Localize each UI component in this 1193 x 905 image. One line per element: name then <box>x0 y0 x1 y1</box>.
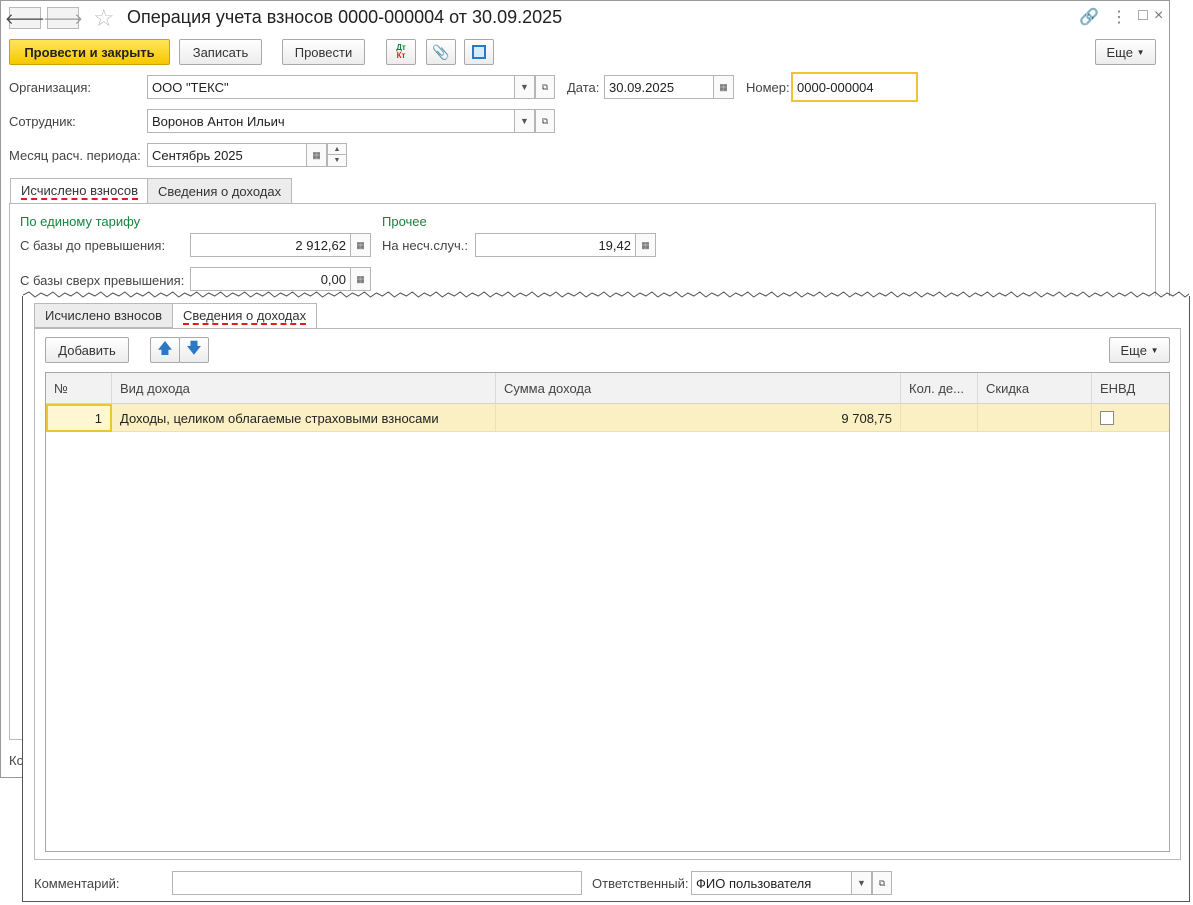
row-income-kind-cell[interactable]: Доходы, целиком облагаемые страховыми вз… <box>112 404 496 432</box>
month-label: Месяц расч. периода: <box>9 148 141 163</box>
open-window-icon: ⧉ <box>541 115 549 126</box>
link-icon[interactable]: 🔗 <box>1079 7 1099 27</box>
row-number-cell[interactable]: 1 <box>46 404 112 432</box>
column-header-income-kind[interactable]: Вид дохода <box>112 373 496 404</box>
column-header-envd[interactable]: ЕНВД <box>1092 373 1171 404</box>
window-title: Операция учета взносов 0000-000004 от 30… <box>127 7 563 27</box>
spinner-up-icon: ▲ <box>333 145 341 153</box>
move-down-button[interactable]: 🡇 <box>179 337 209 363</box>
month-calendar-button[interactable]: ▦ <box>307 143 327 167</box>
month-up-button[interactable]: ▲ <box>327 143 347 155</box>
row-discount-cell[interactable] <box>978 404 1092 432</box>
income-table: № Вид дохода Сумма дохода Кол. де... Ски… <box>45 372 1170 852</box>
employee-field[interactable]: Воронов Антон Ильич <box>147 109 515 133</box>
responsible-field[interactable]: ФИО пользователя <box>691 871 852 895</box>
calculator-icon: ▦ <box>641 239 650 250</box>
post-button[interactable]: Провести <box>282 39 365 65</box>
responsible-label: Ответственный: <box>592 876 689 891</box>
chevron-down-icon: ▼ <box>520 82 529 92</box>
column-header-discount[interactable]: Скидка <box>978 373 1092 404</box>
favorite-star-icon[interactable]: ☆ <box>93 4 115 33</box>
chevron-down-icon: ▼ <box>1150 345 1159 355</box>
accident-field[interactable]: 19,42 <box>475 233 636 257</box>
number-field[interactable]: 0000-000004 <box>791 72 918 102</box>
number-label: Номер: <box>746 80 790 95</box>
open-window-icon: ⧉ <box>878 877 886 888</box>
row-envd-cell[interactable] <box>1092 404 1171 432</box>
table-row[interactable]: 1 Доходы, целиком облагаемые страховыми … <box>46 404 1169 432</box>
maximize-icon[interactable]: □ <box>1138 7 1148 25</box>
envd-checkbox[interactable] <box>1100 411 1114 425</box>
date-field[interactable]: 30.09.2025 <box>604 75 714 99</box>
row-amount-cell[interactable]: 9 708,75 <box>496 404 901 432</box>
comment-field[interactable] <box>172 871 582 895</box>
organization-open-button[interactable]: ⧉ <box>535 75 555 99</box>
column-header-amount[interactable]: Сумма дохода <box>496 373 901 404</box>
employee-open-button[interactable]: ⧉ <box>535 109 555 133</box>
save-button[interactable]: Записать <box>179 39 262 65</box>
structure-icon <box>472 45 486 59</box>
calendar-icon: ▦ <box>312 149 321 160</box>
income-window: Исчислено взносов Сведения о доходах Доб… <box>22 291 1190 902</box>
more-vertical-icon[interactable]: ⋮ <box>1111 7 1127 27</box>
month-down-button[interactable]: ▼ <box>327 155 347 167</box>
tab-income[interactable]: Сведения о доходах <box>147 178 293 204</box>
calendar-icon: ▦ <box>719 81 728 92</box>
month-field[interactable]: Сентябрь 2025 <box>147 143 307 167</box>
responsible-dropdown-button[interactable]: ▼ <box>852 871 872 895</box>
base-above-label: С базы сверх превышения: <box>20 273 185 288</box>
arrow-up-icon: 🡅 <box>157 339 173 357</box>
close-icon[interactable]: × <box>1154 7 1163 25</box>
more-button[interactable]: Еще ▼ <box>1095 39 1156 65</box>
accident-calc-button[interactable]: ▦ <box>636 233 656 257</box>
row-count-cell[interactable] <box>901 404 978 432</box>
title-bar: 🡐 🡒 ☆ Операция учета взносов 0000-000004… <box>1 1 1169 35</box>
post-and-close-button[interactable]: Провести и закрыть <box>9 39 170 65</box>
base-above-field[interactable]: 0,00 <box>190 267 351 291</box>
torn-edge <box>23 291 1189 298</box>
organization-label: Организация: <box>9 80 92 95</box>
calculator-icon: ▦ <box>356 239 365 250</box>
forward-button[interactable]: 🡒 <box>43 7 83 29</box>
structure-button[interactable] <box>464 39 494 65</box>
base-below-label: С базы до превышения: <box>20 238 166 253</box>
base-above-calc-button[interactable]: ▦ <box>351 267 371 291</box>
tab-income-2[interactable]: Сведения о доходах <box>172 303 318 329</box>
paperclip-icon: 📎 <box>432 43 450 60</box>
organization-field[interactable]: ООО "ТЕКС" <box>147 75 515 99</box>
calendar-button[interactable]: ▦ <box>714 75 734 99</box>
employee-label: Сотрудник: <box>9 114 76 129</box>
tab-calculated[interactable]: Исчислено взносов <box>10 178 149 204</box>
table-header: № Вид дохода Сумма дохода Кол. де... Ски… <box>46 373 1169 404</box>
chevron-down-icon: ▼ <box>520 116 529 126</box>
move-up-button[interactable]: 🡅 <box>150 337 180 363</box>
open-window-icon: ⧉ <box>541 81 549 92</box>
dt-kt-icon: Дт Кт <box>396 43 406 60</box>
employee-dropdown-button[interactable]: ▼ <box>515 109 535 133</box>
accident-label: На несч.случ.: <box>382 238 468 253</box>
column-header-number[interactable]: № <box>46 373 112 404</box>
base-below-calc-button[interactable]: ▦ <box>351 233 371 257</box>
chevron-down-icon: ▼ <box>1136 47 1145 57</box>
date-label: Дата: <box>567 80 600 95</box>
column-header-count[interactable]: Кол. де... <box>901 373 978 404</box>
add-button[interactable]: Добавить <box>45 337 129 363</box>
other-header: Прочее <box>382 214 427 229</box>
organization-dropdown-button[interactable]: ▼ <box>515 75 535 99</box>
income-more-button[interactable]: Еще ▼ <box>1109 337 1170 363</box>
spinner-down-icon: ▼ <box>333 157 341 164</box>
tab-calculated-2[interactable]: Исчислено взносов <box>34 303 173 328</box>
back-button[interactable]: 🡐 <box>5 7 45 29</box>
arrow-right-icon: 🡒 <box>42 10 84 28</box>
arrow-left-icon: 🡐 <box>4 10 46 28</box>
single-tariff-header: По единому тарифу <box>20 214 141 229</box>
chevron-down-icon: ▼ <box>857 878 866 888</box>
responsible-open-button[interactable]: ⧉ <box>872 871 892 895</box>
attach-button[interactable]: 📎 <box>426 39 456 65</box>
arrow-down-icon: 🡇 <box>186 339 202 357</box>
comment-label: Комментарий: <box>34 876 120 891</box>
calculator-icon: ▦ <box>356 273 365 284</box>
dt-kt-button[interactable]: Дт Кт <box>386 39 416 65</box>
base-below-field[interactable]: 2 912,62 <box>190 233 351 257</box>
